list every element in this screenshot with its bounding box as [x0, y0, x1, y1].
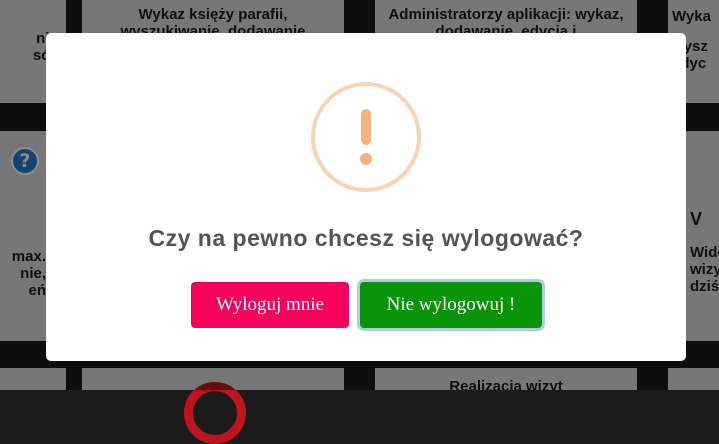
- logout-confirm-button[interactable]: Wyloguj mnie: [191, 282, 349, 328]
- warning-exclamation-icon: [311, 82, 421, 192]
- status-circle-icon: [184, 382, 246, 444]
- logout-cancel-button[interactable]: Nie wylogowuj !: [360, 282, 542, 328]
- logout-confirm-dialog: Czy na pewno chcesz się wylogować? Wylog…: [46, 33, 686, 361]
- dialog-title: Czy na pewno chcesz się wylogować?: [148, 225, 584, 251]
